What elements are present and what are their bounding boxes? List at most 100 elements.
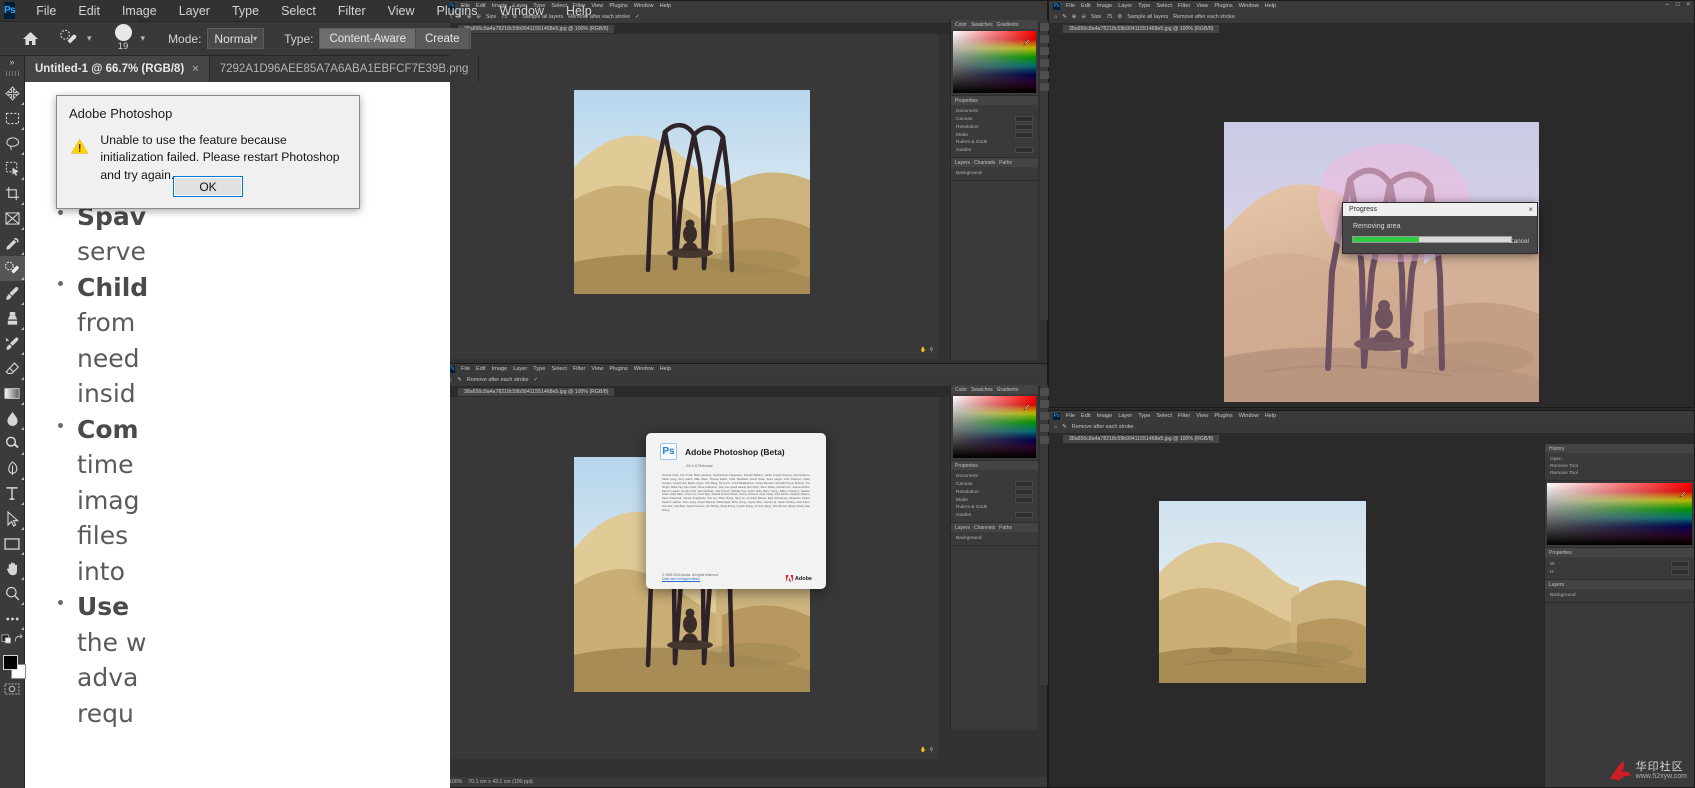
menu-view[interactable]: View	[1196, 413, 1208, 419]
menu-type[interactable]: Type	[533, 366, 545, 372]
guides-input[interactable]	[1015, 512, 1033, 518]
menu-plugins[interactable]: Plugins	[425, 2, 488, 20]
photoshop-beta-splash-screen[interactable]: Ps Adobe Photoshop (Beta) 25.9.0 Release…	[646, 433, 826, 589]
spot-healing-brush-tool[interactable]	[0, 256, 25, 281]
quick-mask-row[interactable]	[0, 631, 25, 647]
menu-window[interactable]: Window	[634, 366, 654, 372]
progress-dialog-titlebar[interactable]: Progress ×	[1343, 203, 1537, 216]
menubar-top-right[interactable]: Ps File Edit Image Layer Type Select Fil…	[1049, 1, 1694, 11]
color-swatches[interactable]	[0, 653, 26, 681]
document-tab[interactable]: 38a656c8a4a78218c59b99411551468e5.jpg @ …	[458, 388, 615, 396]
property-row[interactable]: H	[1548, 568, 1691, 576]
menu-type[interactable]: Type	[221, 2, 270, 20]
menu-edit[interactable]: Edit	[1081, 413, 1091, 419]
dock-icon-history[interactable]	[1039, 83, 1049, 91]
panels-top-middle[interactable]: Color Swatches Gradients Properties Docu…	[950, 20, 1038, 360]
history-item[interactable]: Remove Tool	[1548, 463, 1691, 470]
menu-filter[interactable]: Filter	[327, 2, 377, 20]
zoom-level[interactable]: 100%	[449, 779, 462, 785]
dock-icon-adjustments[interactable]	[1039, 47, 1049, 55]
menu-file[interactable]: File	[1066, 413, 1075, 419]
mode-input[interactable]	[1015, 497, 1033, 503]
property-row[interactable]: Document	[954, 473, 1035, 480]
image-canvas-top-middle[interactable]	[574, 90, 810, 294]
dock-icon-swatches[interactable]	[1039, 400, 1049, 408]
menu-window[interactable]: Window	[488, 2, 554, 20]
menu-help[interactable]: Help	[660, 366, 672, 372]
commit-check-icon[interactable]: ✓	[534, 377, 539, 383]
color-picker-field[interactable]	[1547, 483, 1692, 545]
status-bar-bottom-middle[interactable]: 100% 70.1 cm x 43.1 cm (100 ppi)	[444, 777, 1047, 787]
menu-select[interactable]: Select	[1156, 3, 1172, 9]
property-row[interactable]: Canvas	[954, 480, 1035, 488]
menu-image[interactable]: Image	[1097, 413, 1113, 419]
tab-paths[interactable]: Paths	[999, 160, 1012, 166]
progress-dialog[interactable]: Progress × Removing area Cancel	[1342, 202, 1538, 254]
layer-row[interactable]: Background	[954, 535, 1035, 542]
eraser-tool[interactable]	[0, 356, 25, 381]
foreground-color-swatch[interactable]	[2, 655, 18, 670]
property-row[interactable]: Resolution	[954, 123, 1035, 131]
close-icon[interactable]: ×	[1528, 205, 1533, 214]
dodge-tool[interactable]	[0, 431, 25, 456]
type-option-content-aware[interactable]: Content-Aware	[320, 29, 416, 48]
properties-panel[interactable]: Properties W H	[1545, 548, 1694, 580]
zoom-tool[interactable]	[0, 581, 25, 606]
main-options-bar[interactable]: ▾ 19 ▾ Mode: Normal ▾ Type: Content-Awar…	[0, 22, 471, 56]
size-value[interactable]: 75	[1106, 14, 1112, 20]
object-selection-tool[interactable]	[0, 156, 25, 181]
canvas-top-middle[interactable]: ✋ ⚲	[449, 34, 939, 359]
menu-filter[interactable]: Filter	[1178, 3, 1190, 9]
path-selection-tool[interactable]	[0, 506, 25, 531]
menu-window[interactable]: Window	[634, 3, 654, 9]
canvas-input[interactable]	[1015, 116, 1033, 122]
type-tool[interactable]	[0, 481, 25, 506]
menu-layer[interactable]: Layer	[1118, 3, 1132, 9]
menu-edit[interactable]: Edit	[67, 2, 111, 20]
type-segmented-control[interactable]: Content-Aware Create	[319, 28, 471, 49]
chevron-down-icon[interactable]: ▾	[138, 33, 149, 44]
property-row[interactable]: Mode	[954, 496, 1035, 504]
pen-tool[interactable]	[0, 456, 25, 481]
menu-file[interactable]: File	[461, 366, 470, 372]
property-row[interactable]: Rulers & Grids	[954, 139, 1035, 146]
history-panel[interactable]: History Open Remove Tool Remove Tool	[1545, 444, 1694, 481]
tab-png-document[interactable]: 7292A1D96AEE85A7A6ABA1EBFCF7E39B.png	[209, 56, 480, 82]
layers-panel[interactable]: Layers Background	[1545, 580, 1694, 603]
tab-channels[interactable]: Channels	[974, 160, 995, 166]
spot-healing-brush-icon[interactable]: ✎	[1062, 424, 1067, 430]
property-row[interactable]: Guides	[954, 511, 1035, 519]
menu-window[interactable]: Window	[1239, 413, 1259, 419]
close-button[interactable]: ×	[1686, 2, 1690, 8]
layers-panel[interactable]: Layers Channels Paths Background	[951, 158, 1038, 181]
hand-tool[interactable]	[0, 556, 25, 581]
history-item[interactable]: Remove Tool	[1548, 470, 1691, 477]
image-canvas-with-selection[interactable]	[1224, 122, 1539, 402]
photoshop-window-bottom-right[interactable]: Ps File Edit Image Layer Type Select Fil…	[1048, 410, 1695, 788]
width-input[interactable]	[1671, 561, 1689, 567]
close-icon[interactable]: ×	[192, 63, 198, 75]
brush-increase-icon[interactable]: ⊕	[1072, 14, 1077, 20]
menu-type[interactable]: Type	[1138, 3, 1150, 9]
menu-select[interactable]: Select	[1156, 413, 1172, 419]
tab-layers[interactable]: Layers	[955, 525, 970, 531]
tab-layers[interactable]: Layers	[955, 160, 970, 166]
tab-swatches[interactable]: Swatches	[971, 387, 993, 393]
layers-panel-header[interactable]: Layers Channels Paths	[951, 158, 1038, 167]
menu-view[interactable]: View	[1196, 3, 1208, 9]
menu-plugins[interactable]: Plugins	[609, 3, 627, 9]
home-icon[interactable]: ⌂	[1054, 14, 1057, 20]
spot-healing-brush-icon[interactable]	[59, 26, 78, 52]
menu-type[interactable]: Type	[1138, 413, 1150, 419]
document-tab[interactable]: 38a656c8a4a78218c59b99411551468e5.jpg @ …	[1063, 435, 1220, 443]
tab-color[interactable]: Color	[955, 22, 967, 28]
photoshop-main-window[interactable]: Ps File Edit Image Layer Type Select Fil…	[0, 0, 592, 788]
color-panel-header[interactable]: Color Swatches Gradients	[951, 20, 1038, 29]
icon-dock-bottom-middle[interactable]	[1039, 385, 1049, 685]
property-row[interactable]: Canvas	[954, 115, 1035, 123]
menu-edit[interactable]: Edit	[1081, 3, 1091, 9]
menubar-bottom-right[interactable]: Ps File Edit Image Layer Type Select Fil…	[1049, 411, 1694, 421]
dock-icon-libraries[interactable]	[1039, 424, 1049, 432]
menu-edit[interactable]: Edit	[476, 366, 486, 372]
dock-icon-color[interactable]	[1039, 388, 1049, 396]
